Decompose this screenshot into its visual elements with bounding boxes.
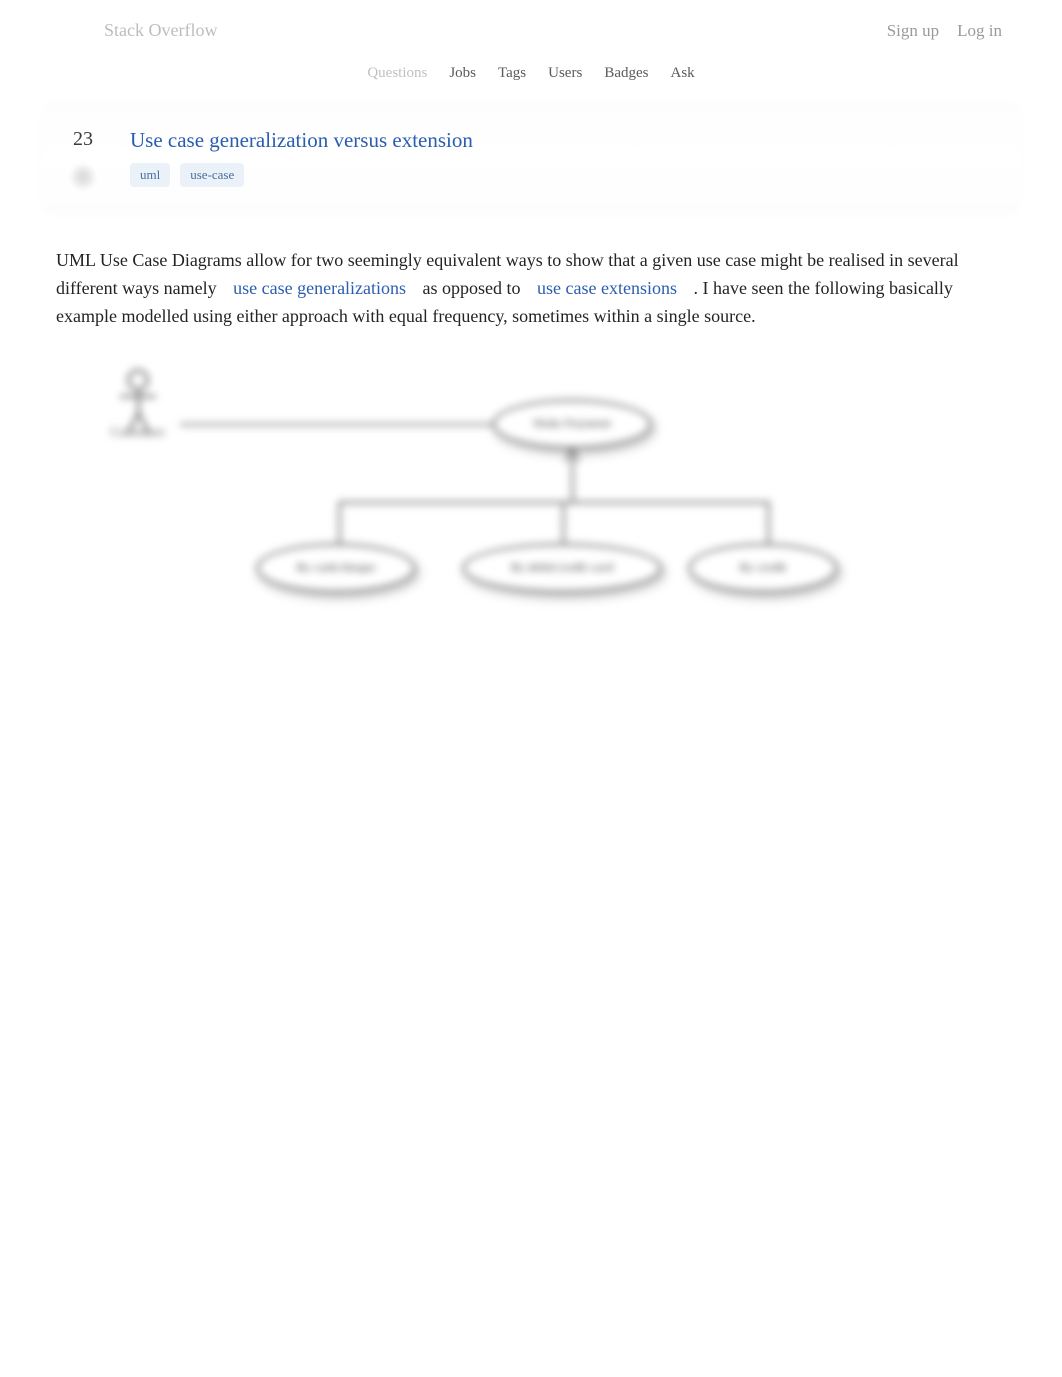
actor-icon: Customer: [110, 369, 166, 440]
auth-links: Sign up Log in: [887, 21, 1002, 41]
connector-line: [562, 504, 565, 544]
association-line: [180, 423, 500, 426]
link-generalizations[interactable]: use case generalizations: [221, 276, 418, 300]
post-text: UML Use Case Diagrams allow for two seem…: [0, 215, 1062, 343]
usecase-child-3: By credit: [688, 543, 838, 593]
header: Stack Overflow Sign up Log in: [0, 0, 1062, 51]
vote-column: 23: [62, 128, 104, 189]
sign-up-link[interactable]: Sign up: [887, 21, 939, 41]
connector-line: [767, 504, 770, 544]
question-card: 23 Use case generalization versus extens…: [42, 102, 1020, 215]
actor-label: Customer: [110, 424, 166, 440]
log-in-link[interactable]: Log in: [957, 21, 1002, 41]
tag-uml[interactable]: uml: [130, 163, 170, 187]
connector-line: [338, 501, 770, 504]
question-body: Use case generalization versus extension…: [130, 128, 1000, 189]
usecase-child-1: By cash/cheque: [256, 543, 416, 593]
usecase-child-2: By debit/credit card: [462, 543, 662, 593]
question-tags: uml use-case: [130, 163, 1000, 187]
question-title[interactable]: Use case generalization versus extension: [130, 128, 1000, 153]
nav-jobs[interactable]: Jobs: [449, 65, 476, 82]
nav-ask[interactable]: Ask: [670, 65, 694, 82]
nav-tags[interactable]: Tags: [498, 65, 526, 82]
tag-use-case[interactable]: use-case: [180, 163, 244, 187]
usecase-main: Make Payment: [492, 399, 652, 449]
connector-line: [571, 449, 574, 501]
site-name[interactable]: Stack Overflow: [104, 20, 217, 41]
use-case-diagram: Customer Make Payment By cash/cheque By …: [56, 363, 1006, 643]
link-extensions[interactable]: use case extensions: [525, 276, 689, 300]
nav-questions[interactable]: Questions: [367, 65, 427, 82]
nav-badges[interactable]: Badges: [604, 65, 648, 82]
post-fragment-2: as opposed to: [423, 278, 526, 298]
vote-count: 23: [73, 128, 93, 151]
favorite-icon[interactable]: [71, 165, 95, 189]
connector-line: [338, 504, 341, 544]
nav-users[interactable]: Users: [548, 65, 582, 82]
main-nav: Questions Jobs Tags Users Badges Ask: [0, 51, 1062, 102]
